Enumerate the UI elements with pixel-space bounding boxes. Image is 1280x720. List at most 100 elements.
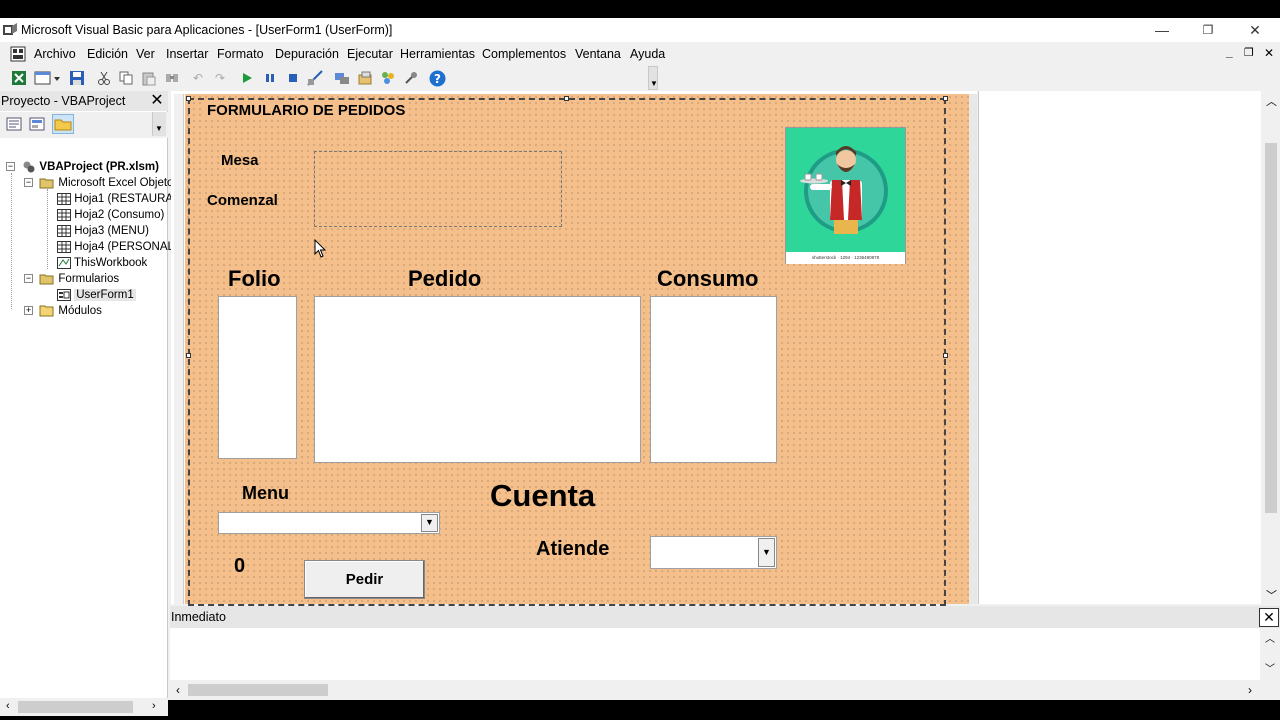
mesa-label: Mesa [221,152,259,169]
vba-document-icon[interactable] [10,46,26,62]
scroll-left-icon[interactable]: ‹ [176,683,180,697]
pause-icon[interactable] [261,69,279,87]
immediate-header: Inmediato ✕ [170,606,1280,628]
selection-handle[interactable] [186,96,191,101]
worksheet-icon [57,192,71,205]
selection-handle[interactable] [564,96,569,101]
menu-combobox[interactable]: ▼ [218,512,440,534]
cut-icon[interactable] [95,69,113,87]
copy-icon[interactable] [117,69,135,87]
paste-icon[interactable] [140,69,158,87]
tree-modules-folder[interactable]: + Módulos [24,303,102,319]
scroll-down-icon[interactable]: ﹀ [1265,660,1275,675]
tree-sheet-4[interactable]: Hoja4 (PERSONAL [57,239,174,255]
project-panel-close-icon[interactable]: ✕ [148,92,166,110]
vba-editor-window: Microsoft Visual Basic para Aplicaciones… [0,18,1280,716]
scroll-thumb[interactable] [18,701,133,713]
project-panel-title: Proyecto - VBAProject [1,94,126,108]
tree-userform1[interactable]: UserForm1 [57,287,136,303]
consumo-listbox[interactable] [650,296,777,463]
toolbar: ↶ ↷ ? ▼ [0,66,1280,91]
menu-formato[interactable]: Formato [217,47,264,61]
minimize-button[interactable]: — [1139,18,1185,42]
designer-left-edge [174,94,184,604]
selection-handle[interactable] [186,353,191,358]
selection-handle[interactable] [943,96,948,101]
child-close-button[interactable]: ✕ [1264,46,1274,60]
stop-icon[interactable] [284,69,302,87]
menu-depuracion[interactable]: Depuración [275,47,339,61]
menu-ventana[interactable]: Ventana [575,47,621,61]
atiende-combobox[interactable]: ▼ [650,536,777,569]
menu-edicion[interactable]: Edición [87,47,128,61]
tree-sheet-label: Hoja2 (Consumo) [74,209,165,221]
child-minimize-button[interactable]: _ [1226,45,1233,59]
tree-forms-folder[interactable]: − Formularios [24,271,119,287]
project-panel-toolbar: ▼ [0,112,168,138]
toolbar-overflow-button[interactable]: ▼ [648,66,658,90]
design-mode-icon[interactable] [306,69,324,87]
restore-button[interactable]: ❐ [1185,18,1231,42]
child-restore-button[interactable]: ❐ [1244,46,1254,59]
scroll-up-icon[interactable]: ︿ [1265,630,1275,645]
pedido-listbox[interactable] [314,296,641,463]
help-icon[interactable]: ? [428,69,446,87]
tree-sheet-2[interactable]: Hoja2 (Consumo) [57,207,164,223]
scroll-down-icon[interactable]: ﹀ [1266,587,1277,603]
pedir-button[interactable]: Pedir [304,560,425,599]
scroll-left-icon[interactable]: ‹ [6,700,10,712]
menu-combobox-dropdown-button[interactable]: ▼ [421,514,438,532]
tree-sheet-3[interactable]: Hoja3 (MENU) [57,223,149,239]
undo-icon[interactable]: ↶ [189,69,207,87]
tree-line [11,173,12,309]
project-toolbar-overflow[interactable]: ▼ [152,112,166,136]
code-window-area: ︿ ﹀ [978,91,1280,604]
selection-handle[interactable] [943,353,948,358]
menu-ayuda[interactable]: Ayuda [630,47,665,61]
worksheet-icon [57,224,71,237]
open-folder-icon [39,274,54,285]
properties-icon[interactable] [356,69,374,87]
excel-view-icon[interactable] [10,69,28,87]
tree-root[interactable]: − VBAProject (PR.xlsm) [6,159,159,175]
immediate-window[interactable]: Inmediato ✕ ︿ ﹀ ‹ › [170,606,1280,700]
menu-complementos[interactable]: Complementos [482,47,566,61]
toolbox-icon[interactable] [402,69,420,87]
insert-userform-icon[interactable] [33,69,63,87]
menu-insertar[interactable]: Insertar [166,47,208,61]
comenzal-label: Comenzal [207,192,278,209]
menu-archivo[interactable]: Archivo [34,47,76,61]
scroll-up-icon[interactable]: ︿ [1266,93,1277,109]
folio-listbox[interactable] [218,296,297,459]
waiter-image[interactable]: shutterstock · 1294 · 1236490878 [785,127,906,264]
close-button[interactable]: ✕ [1232,18,1278,42]
save-icon[interactable] [68,69,86,87]
menu-ejecutar[interactable]: Ejecutar [347,47,393,61]
tree-sheet-1[interactable]: Hoja1 (RESTAURA [57,191,173,207]
toggle-folders-icon[interactable] [52,114,74,134]
scroll-right-icon[interactable]: › [1248,683,1252,697]
chevron-down-icon: ▼ [425,517,434,527]
vertical-scrollbar[interactable]: ︿ ﹀ [1261,91,1280,604]
menu-ver[interactable]: Ver [136,47,155,61]
scroll-right-icon[interactable]: › [152,700,156,712]
project-explorer-icon[interactable] [333,69,351,87]
project-horizontal-scrollbar[interactable]: ‹ › [0,698,168,716]
immediate-horizontal-scrollbar[interactable]: ‹ › [170,680,1280,700]
menu-herramientas[interactable]: Herramientas [400,47,475,61]
immediate-close-icon[interactable]: ✕ [1259,608,1279,627]
scroll-thumb[interactable] [188,684,328,696]
view-object-icon[interactable] [29,117,45,131]
mesa-comenzal-frame[interactable] [314,151,562,227]
folder-icon [39,305,54,317]
tree-thisworkbook[interactable]: ThisWorkbook [57,255,147,271]
find-icon[interactable] [163,69,181,87]
atiende-combobox-dropdown-button[interactable]: ▼ [758,538,775,567]
redo-icon[interactable]: ↷ [211,69,229,87]
immediate-vertical-scrollbar[interactable]: ︿ ﹀ [1260,628,1280,680]
object-browser-icon[interactable] [379,69,397,87]
run-icon[interactable] [238,69,256,87]
view-code-icon[interactable] [6,117,22,131]
form-resize-edge[interactable] [969,94,977,604]
vertical-scroll-thumb[interactable] [1265,143,1277,513]
